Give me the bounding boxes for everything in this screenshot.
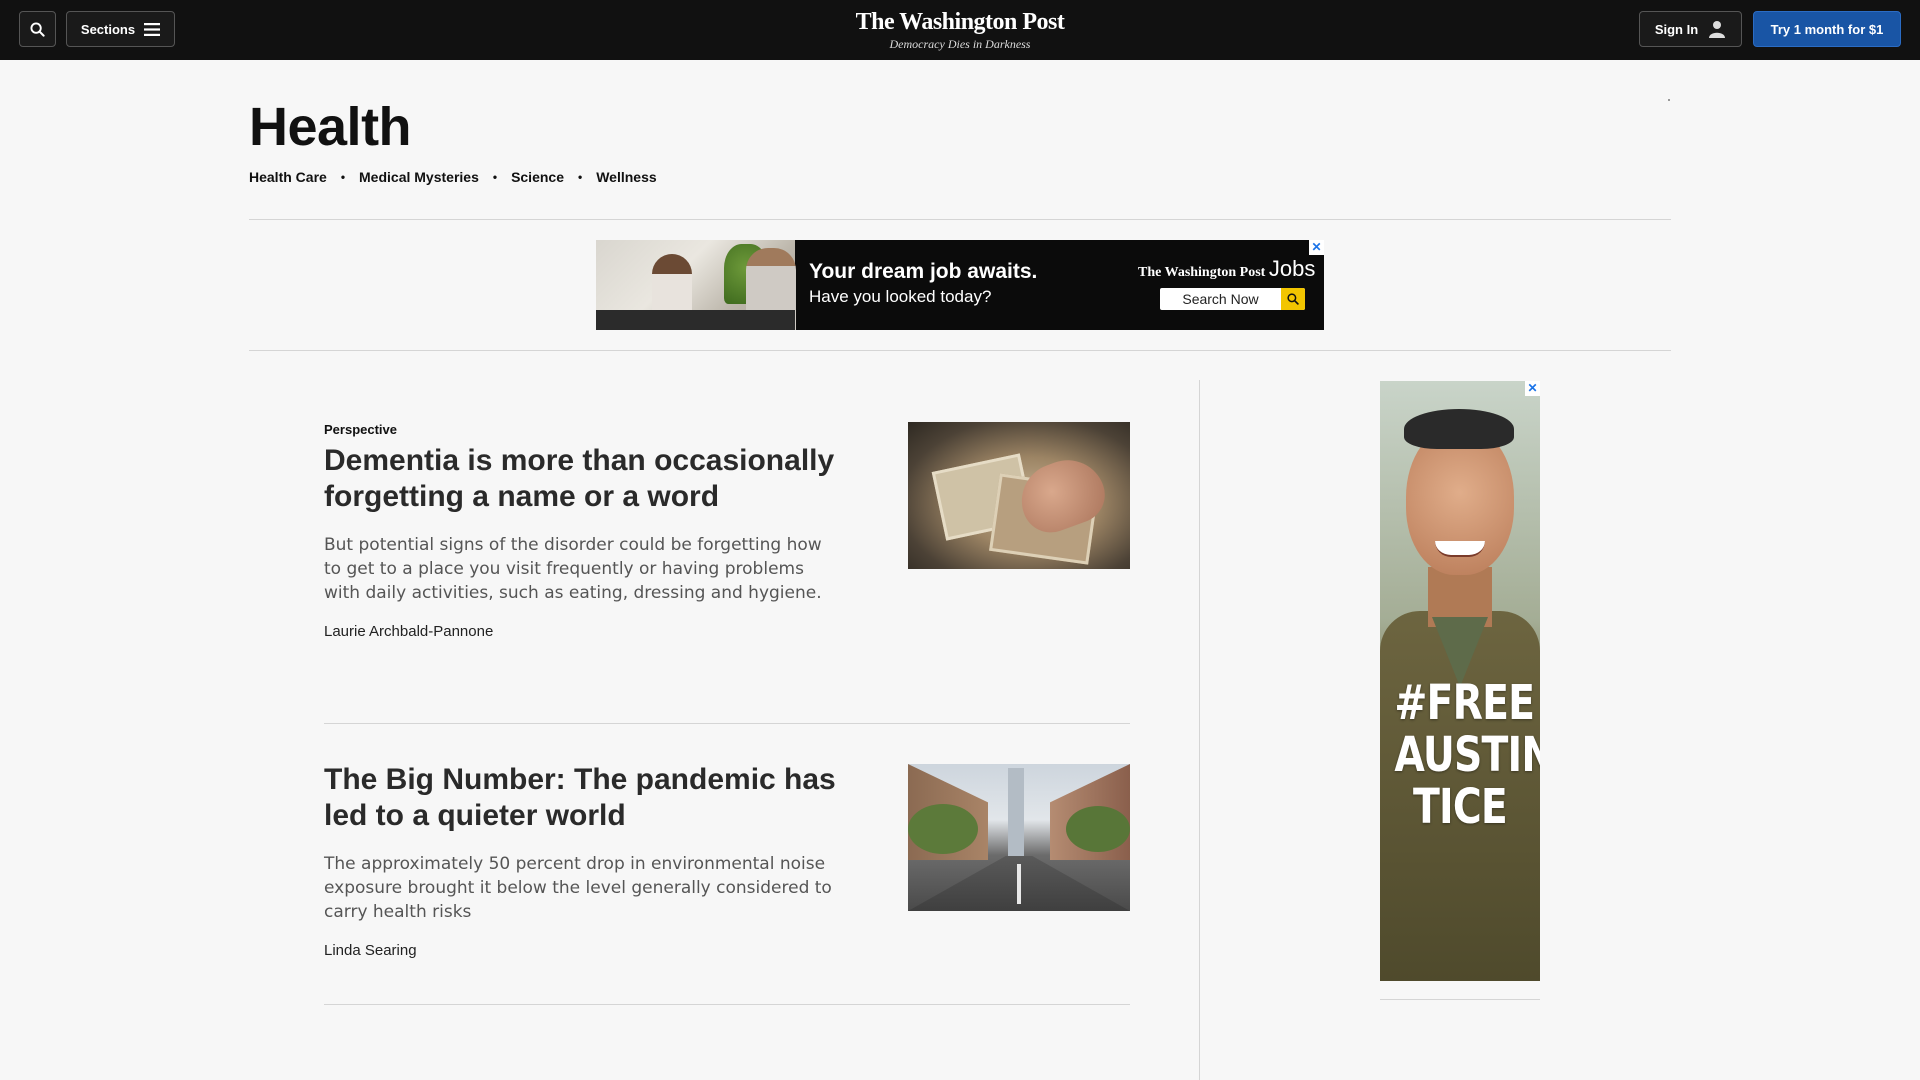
- article-blurb: The approximately 50 percent drop in env…: [324, 854, 832, 922]
- article-divider: [324, 1004, 1130, 1005]
- subscribe-button[interactable]: Try 1 month for $1: [1753, 11, 1901, 47]
- ad-divider: [249, 350, 1671, 351]
- user-icon: [1709, 21, 1726, 38]
- logo-wordmark: The Washington Post: [855, 9, 1065, 35]
- sign-in-button[interactable]: Sign In: [1639, 11, 1742, 47]
- article-headline[interactable]: Dementia is more than occasionally forge…: [324, 443, 844, 515]
- banner-ad-search-box[interactable]: Search Now: [1160, 288, 1305, 310]
- ad-close-icon[interactable]: ✕: [1525, 381, 1540, 396]
- subnav-science[interactable]: Science: [511, 169, 564, 185]
- article-thumbnail[interactable]: [908, 764, 1130, 911]
- banner-ad-brand-suffix: Jobs: [1268, 256, 1316, 281]
- banner-ad-photo: [596, 240, 796, 330]
- subnav-separator: •: [492, 170, 498, 184]
- article-divider: [324, 723, 1130, 724]
- sign-in-label: Sign In: [1654, 21, 1699, 37]
- logo-tagline: Democracy Dies in Darkness: [889, 37, 1031, 51]
- header-divider: [249, 219, 1671, 220]
- search-button[interactable]: [19, 11, 56, 47]
- article-blurb: But potential signs of the disorder coul…: [324, 535, 822, 603]
- banner-ad-brand: The Washington Post Jobs: [1138, 256, 1315, 282]
- sidebar-ad-text: #FREE AUSTIN TICE: [1394, 675, 1540, 835]
- sidebar-divider: [1380, 999, 1540, 1000]
- subnav-separator: •: [340, 170, 346, 184]
- column-divider: [1199, 380, 1200, 1080]
- search-icon: [1287, 293, 1299, 305]
- banner-ad-subline: Have you looked today?: [809, 287, 992, 306]
- ad-close-icon[interactable]: ✕: [1309, 240, 1324, 255]
- subnav-medical-mysteries[interactable]: Medical Mysteries: [359, 169, 479, 185]
- article-byline[interactable]: Laurie Archbald-Pannone: [324, 623, 1130, 640]
- search-icon: [30, 21, 45, 37]
- subnav-health-care[interactable]: Health Care: [249, 169, 327, 185]
- sections-menu-button[interactable]: Sections: [66, 11, 175, 47]
- article-card: The Big Number: The pandemic has led to …: [324, 762, 1130, 959]
- sidebar-ad-line: #FREE: [1394, 675, 1535, 731]
- site-logo[interactable]: The Washington Post Democracy Dies in Da…: [0, 8, 1920, 51]
- hamburger-menu-icon: [144, 22, 161, 36]
- banner-ad-brand-name: The Washington Post: [1138, 265, 1266, 280]
- subnav-separator: •: [578, 170, 583, 184]
- subnav-wellness[interactable]: Wellness: [596, 169, 656, 185]
- article-headline[interactable]: The Big Number: The pandemic has led to …: [324, 762, 844, 834]
- article-byline[interactable]: Linda Searing: [324, 942, 1130, 959]
- sections-label: Sections: [80, 21, 136, 37]
- banner-ad-search-label: Search Now: [1182, 291, 1259, 307]
- article-card: Perspective Dementia is more than occasi…: [324, 422, 1130, 640]
- banner-advertisement[interactable]: Your dream job awaits. Have you looked t…: [596, 240, 1324, 330]
- article-thumbnail[interactable]: [908, 422, 1130, 569]
- sidebar-advertisement[interactable]: #FREE AUSTIN TICE ✕: [1380, 381, 1540, 981]
- sidebar-ad-line: TICE: [1413, 779, 1508, 835]
- sidebar-ad-line: AUSTIN: [1394, 727, 1540, 783]
- top-navigation-bar: Sections The Washington Post Democracy D…: [0, 0, 1920, 60]
- section-subnav: Health Care • Medical Mysteries • Scienc…: [249, 169, 657, 185]
- banner-ad-search-button[interactable]: [1281, 288, 1305, 310]
- section-title: Health: [249, 97, 412, 157]
- decorative-dot: [1668, 99, 1670, 101]
- banner-ad-headline: Your dream job awaits.: [809, 260, 1038, 283]
